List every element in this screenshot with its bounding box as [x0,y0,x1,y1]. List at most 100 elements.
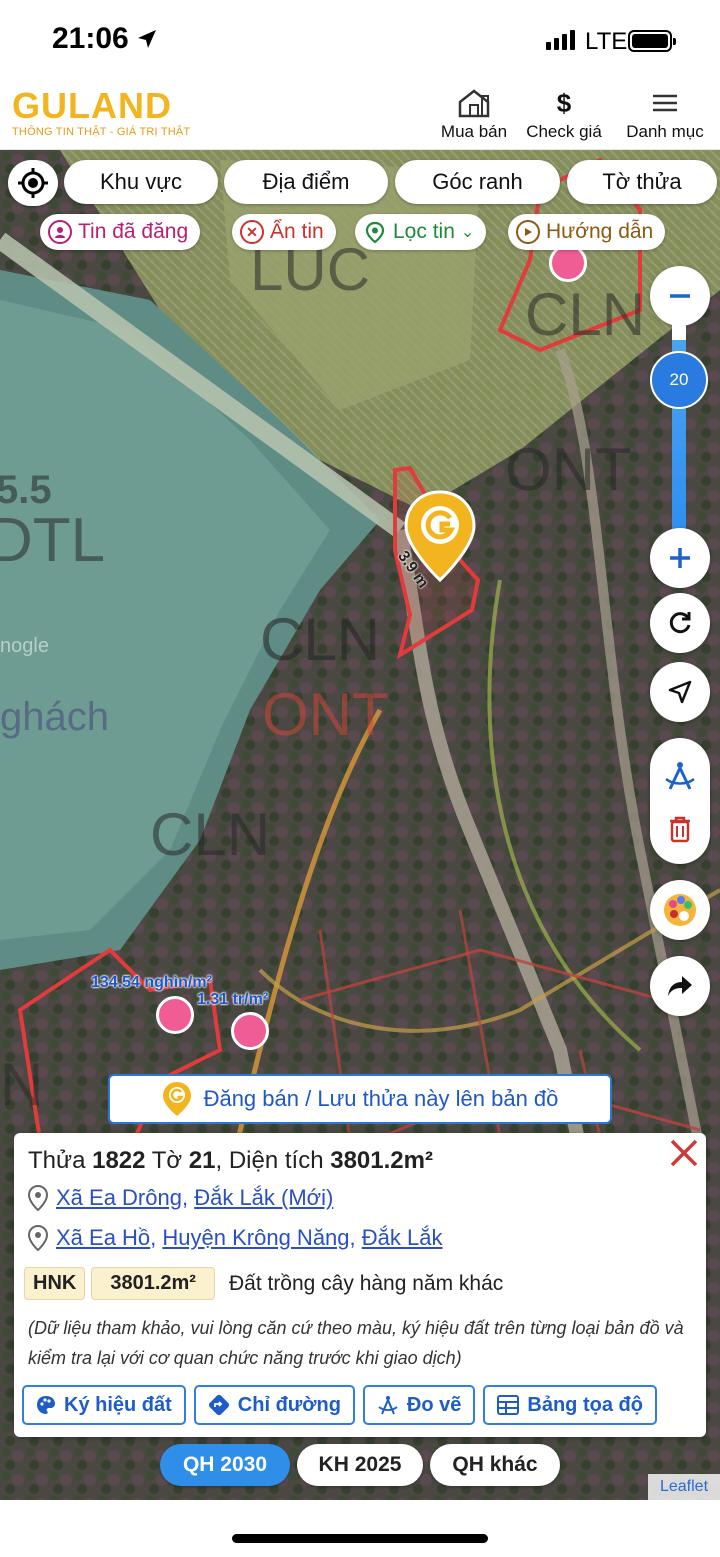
guland-pin-icon [162,1082,191,1116]
network-label: LTE [585,28,628,55]
posted-label: Tin đã đăng [78,220,189,243]
listing-dot[interactable] [231,1012,269,1050]
crosshair-icon [18,168,48,198]
listing-dot[interactable] [156,996,194,1034]
land-type-row: HNK 3801.2m² Đất trồng cây hàng năm khác [24,1267,503,1300]
trash-icon[interactable] [667,815,693,843]
nav-label: Mua bán [440,122,508,141]
pin-icon [28,1185,48,1211]
table-icon [497,1395,520,1415]
zone-label: CLN [150,801,271,868]
guland-logo[interactable]: GULAND THÔNG TIN THẬT - GIÁ TRỊ THẬT [12,85,191,139]
disclaimer-note: (Dữ liệu tham khảo, vui lòng căn cứ theo… [28,1318,684,1368]
posted-listings-button[interactable]: Tin đã đăng [40,214,201,250]
directions-button[interactable]: Chỉ đường [193,1385,355,1425]
refresh-icon [669,612,691,634]
close-icon[interactable] [666,1135,702,1171]
misc-label: ghách [0,695,109,739]
palette-icon [37,1396,55,1414]
status-time: 21:06 [52,22,129,55]
filter-goc-ranh[interactable]: Góc ranh [395,160,560,204]
zone-label: N [0,1051,44,1118]
filter-to-thua[interactable]: Tờ thửa [567,160,717,204]
navigate-button[interactable] [650,662,710,722]
address-old: Xã Ea Hồ, Huyện Krông Năng, Đắk Lắk [28,1225,442,1251]
zone-label: CLN [525,281,646,348]
refresh-button[interactable] [650,593,710,653]
house-icon [458,89,490,118]
logo-tagline: THÔNG TIN THẬT - GIÁ TRỊ THẬT [12,126,191,138]
plus-icon [670,548,690,568]
palette-icon [664,894,696,926]
home-indicator [0,1500,720,1557]
logo-text: GULAND [12,85,172,126]
filter-label: Lọc tin [393,220,455,243]
zoom-level-indicator[interactable]: 20 [650,351,708,409]
district-link[interactable]: Huyện Krông Năng [162,1225,349,1250]
zoom-out-button[interactable] [650,266,710,326]
nav-mua-ban[interactable]: Mua bán [428,88,520,142]
compass-draw-icon[interactable] [663,759,697,793]
address-new: Xã Ea Drông, Đắk Lắk (Mới) [28,1185,333,1211]
pin-icon [28,1225,48,1251]
parcel-info-panel: Thửa 1822 Tờ 21, Diện tích 3801.2m² Xã E… [14,1133,706,1437]
signal-icon [546,30,575,50]
leaflet-attribution[interactable]: Leaflet [648,1474,720,1500]
land-code-badge: HNK [24,1267,86,1300]
close-circle-icon: ✕ [240,220,264,244]
status-bar: 21:06 LTE [0,0,720,80]
minus-icon [670,294,690,298]
price-label: 1.31 tr/m² [197,991,269,1008]
post-parcel-button[interactable]: Đăng bán / Lưu thửa này lên bản đồ [108,1074,612,1124]
guide-button[interactable]: Hướng dẫn [508,214,666,250]
location-arrow-icon [138,30,156,48]
share-button[interactable] [650,956,710,1016]
filter-listings-button[interactable]: Lọc tin ⌄ [355,214,487,250]
hide-listings-button[interactable]: ✕ Ẩn tin [232,214,336,250]
nav-check-gia[interactable]: $ Check giá [520,88,608,142]
coordinate-table-button[interactable]: Bảng tọa độ [483,1385,657,1425]
pin-icon [363,220,387,244]
parcel-title: Thửa 1822 Tờ 21, Diện tích 3801.2m² [28,1147,433,1174]
directions-icon [208,1394,229,1416]
land-type-text: Đất trồng cây hàng năm khác [228,1271,504,1295]
nav-label: Danh mục [626,122,704,141]
misc-label: nogle [0,635,49,657]
province-link[interactable]: Đắk Lắk (Mới) [194,1185,333,1210]
hide-label: Ẩn tin [270,220,324,243]
zone-label: CLN [260,606,381,673]
navigation-arrow-icon [668,680,692,704]
draw-tools-group [650,738,710,864]
nav-danh-muc[interactable]: Danh mục [620,88,710,142]
play-circle-icon [516,220,540,244]
post-button-label: Đăng bán / Lưu thửa này lên bản đồ [203,1086,559,1111]
land-symbol-button[interactable]: Ký hiệu đất [22,1385,186,1425]
misc-label: 5.5 [0,468,52,512]
measure-button[interactable]: Đo vẽ [362,1385,476,1425]
color-palette-button[interactable] [650,880,710,940]
tab-qh-khac[interactable]: QH khác [430,1444,560,1486]
tab-qh-2030[interactable]: QH 2030 [160,1444,290,1486]
zone-label: ONT [262,681,389,748]
tab-kh-2025[interactable]: KH 2025 [297,1444,423,1486]
zone-label: DTL [0,506,106,575]
parcel-marker-icon[interactable] [404,490,476,582]
filter-khu-vuc[interactable]: Khu vực [64,160,218,204]
filter-dia-diem[interactable]: Địa điểm [224,160,388,204]
zoom-in-button[interactable] [650,528,710,588]
land-area-badge: 3801.2m² [91,1267,215,1300]
commune-link[interactable]: Xã Ea Hồ [56,1225,150,1250]
battery-icon [628,30,676,52]
commune-link[interactable]: Xã Ea Drông [56,1185,182,1210]
chevron-down-icon: ⌄ [460,224,475,241]
my-location-button[interactable] [8,160,58,206]
compass-draw-icon [378,1396,398,1415]
share-arrow-icon [668,976,692,996]
price-label: 134.54 nghìn/m² [91,974,212,991]
province-link[interactable]: Đắk Lắk [362,1225,443,1250]
menu-icon [653,94,677,112]
zone-label: ONT [505,436,632,503]
user-icon [48,220,72,244]
panel-actions: Ký hiệu đất Chỉ đường Đo vẽ Bảng tọa độ [22,1385,657,1425]
dollar-icon: $ [556,88,572,118]
